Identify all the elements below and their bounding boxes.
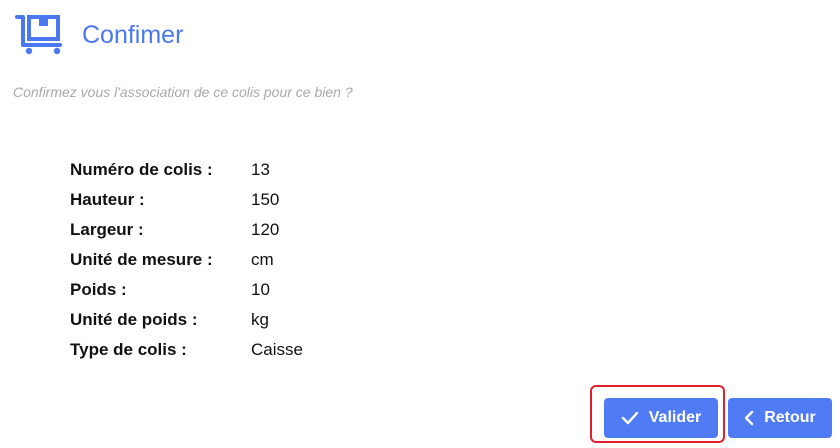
detail-label: Unité de poids : bbox=[70, 310, 198, 329]
detail-value: 13 bbox=[251, 160, 270, 179]
validate-button[interactable]: Valider bbox=[604, 398, 718, 438]
detail-value: cm bbox=[251, 250, 274, 269]
header: Confimer bbox=[14, 14, 183, 56]
detail-label: Poids : bbox=[70, 280, 127, 299]
detail-label: Numéro de colis : bbox=[70, 160, 213, 179]
detail-label: Hauteur : bbox=[70, 190, 145, 209]
detail-value: 150 bbox=[251, 190, 280, 209]
detail-row-unite-poids: Unité de poids : kg bbox=[70, 305, 303, 335]
back-button[interactable]: Retour bbox=[728, 398, 832, 438]
package-details: Numéro de colis : 13 Hauteur : 150 Large… bbox=[70, 155, 303, 365]
page-title: Confimer bbox=[82, 20, 184, 49]
detail-value: kg bbox=[251, 310, 269, 329]
chevron-left-icon bbox=[745, 410, 754, 426]
back-button-label: Retour bbox=[764, 409, 816, 426]
detail-value: Caisse bbox=[251, 340, 303, 359]
detail-value: 120 bbox=[251, 220, 280, 239]
detail-row-poids: Poids : 10 bbox=[70, 275, 303, 305]
detail-label: Type de colis : bbox=[70, 340, 187, 359]
detail-row-numero: Numéro de colis : 13 bbox=[70, 155, 303, 185]
confirm-page: Confimer Confirmez vous l'association de… bbox=[0, 0, 840, 448]
validate-button-label: Valider bbox=[648, 409, 702, 426]
detail-label: Largeur : bbox=[70, 220, 144, 239]
detail-row-largeur: Largeur : 120 bbox=[70, 215, 303, 245]
confirmation-question: Confirmez vous l'association de ce colis… bbox=[13, 84, 353, 100]
check-icon bbox=[621, 411, 638, 425]
detail-row-hauteur: Hauteur : 150 bbox=[70, 185, 303, 215]
package-cart-icon bbox=[15, 15, 62, 55]
detail-row-unite-mesure: Unité de mesure : cm bbox=[70, 245, 303, 275]
detail-row-type: Type de colis : Caisse bbox=[70, 335, 303, 365]
detail-value: 10 bbox=[251, 280, 270, 299]
detail-label: Unité de mesure : bbox=[70, 250, 213, 269]
